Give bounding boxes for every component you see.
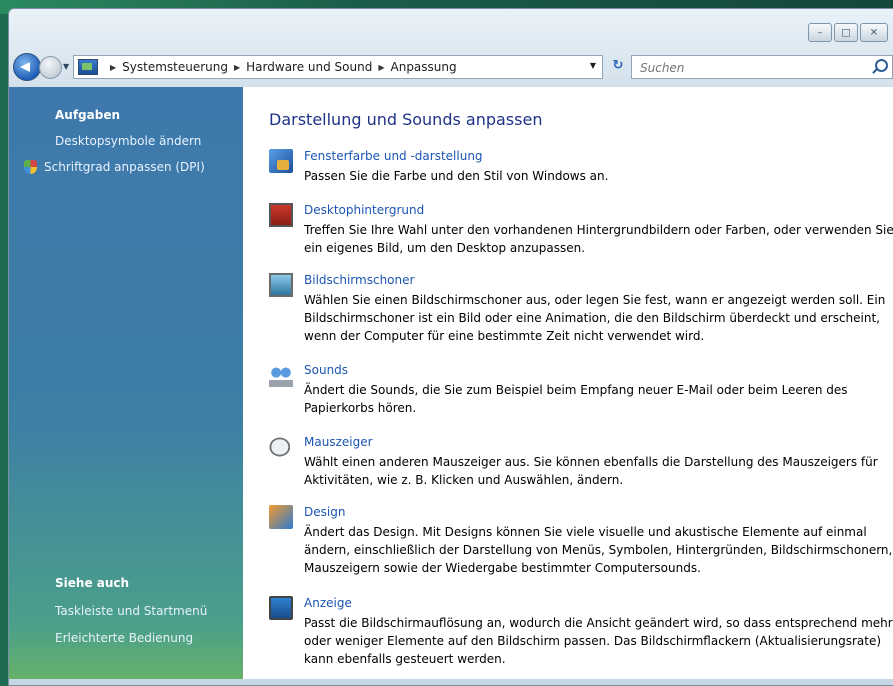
forward-button[interactable] [39, 56, 62, 79]
page-title: Darstellung und Sounds anpassen [269, 110, 543, 129]
see-also-link-taskbar[interactable]: Taskleiste und Startmenü [55, 604, 207, 618]
see-also-link-ease-of-access[interactable]: Erleichterte Bedienung [55, 631, 193, 645]
minimize-icon: – [817, 27, 823, 38]
screensaver-icon[interactable] [269, 273, 293, 297]
navigation-bar: ▼ ▶ Systemsteuerung ▶ Hardware und Sound… [9, 53, 893, 81]
breadcrumb-anpassung[interactable]: Anpassung [391, 60, 457, 74]
window-color-link[interactable]: Fensterfarbe und -darstellung [304, 149, 483, 163]
task-link-adjust-dpi[interactable]: Schriftgrad anpassen (DPI) [44, 160, 205, 174]
window-controls: – □ ✕ [808, 23, 888, 42]
search-box[interactable] [631, 55, 893, 79]
design-icon[interactable] [269, 505, 293, 529]
shield-icon [24, 160, 37, 174]
item-description: Wählen Sie einen Bildschirmschoner aus, … [304, 293, 886, 343]
content-pane: Darstellung und Sounds anpassen Fensterf… [243, 87, 893, 685]
desktop-background-icon[interactable] [269, 203, 293, 227]
item-description: Passt die Bildschirmauflösung an, wodurc… [304, 616, 893, 666]
address-dropdown-icon[interactable]: ▼ [590, 61, 596, 70]
mouse-pointer-icon[interactable] [269, 435, 293, 459]
item-description: Ändert die Sounds, die Sie zum Beispiel … [304, 383, 848, 415]
sounds-icon[interactable] [269, 363, 293, 387]
breadcrumb-hardware-und-sound[interactable]: Hardware und Sound [246, 60, 372, 74]
window-frame: – □ ✕ ▼ ▶ Systemsteuerung ▶ Hardware und… [9, 9, 893, 87]
item-description: Passen Sie die Farbe und den Stil von Wi… [304, 169, 609, 183]
screensaver-link[interactable]: Bildschirmschoner [304, 273, 414, 287]
minimize-button[interactable]: – [808, 23, 832, 42]
window-color-icon[interactable] [269, 149, 293, 173]
mouse-pointer-link[interactable]: Mauszeiger [304, 435, 373, 449]
close-icon: ✕ [869, 27, 879, 38]
back-button[interactable] [13, 53, 41, 81]
display-icon[interactable] [269, 596, 293, 620]
maximize-icon: □ [841, 27, 851, 38]
item-description: Wählt einen anderen Mauszeiger aus. Sie … [304, 455, 878, 487]
close-button[interactable]: ✕ [860, 23, 888, 42]
recent-pages-dropdown-icon[interactable]: ▼ [63, 62, 69, 71]
breadcrumb-systemsteuerung[interactable]: Systemsteuerung [122, 60, 228, 74]
sounds-link[interactable]: Sounds [304, 363, 348, 377]
window-bottom-border [9, 679, 893, 685]
search-input[interactable] [638, 58, 862, 78]
maximize-button[interactable]: □ [834, 23, 858, 42]
address-bar[interactable]: ▶ Systemsteuerung ▶ Hardware und Sound ▶… [73, 55, 603, 79]
chevron-right-icon[interactable]: ▶ [110, 63, 116, 72]
see-also-heading: Siehe auch [55, 576, 130, 590]
design-link[interactable]: Design [304, 505, 345, 519]
refresh-icon: ↻ [612, 58, 624, 73]
task-link-desktop-icons[interactable]: Desktopsymbole ändern [55, 134, 201, 148]
refresh-button[interactable]: ↻ [607, 55, 629, 77]
control-panel-icon [78, 59, 98, 75]
chevron-right-icon[interactable]: ▶ [378, 63, 384, 72]
tasks-heading: Aufgaben [55, 108, 121, 122]
display-link[interactable]: Anzeige [304, 596, 352, 610]
item-description: Treffen Sie Ihre Wahl unter den vorhande… [304, 223, 893, 255]
item-description: Ändert das Design. Mit Designs können Si… [304, 525, 893, 575]
task-pane: Aufgaben Desktopsymbole ändern Schriftgr… [9, 87, 243, 685]
chevron-right-icon[interactable]: ▶ [234, 63, 240, 72]
search-icon[interactable] [875, 59, 888, 72]
desktop-background-link[interactable]: Desktophintergrund [304, 203, 424, 217]
control-panel-window: – □ ✕ ▼ ▶ Systemsteuerung ▶ Hardware und… [8, 8, 893, 686]
